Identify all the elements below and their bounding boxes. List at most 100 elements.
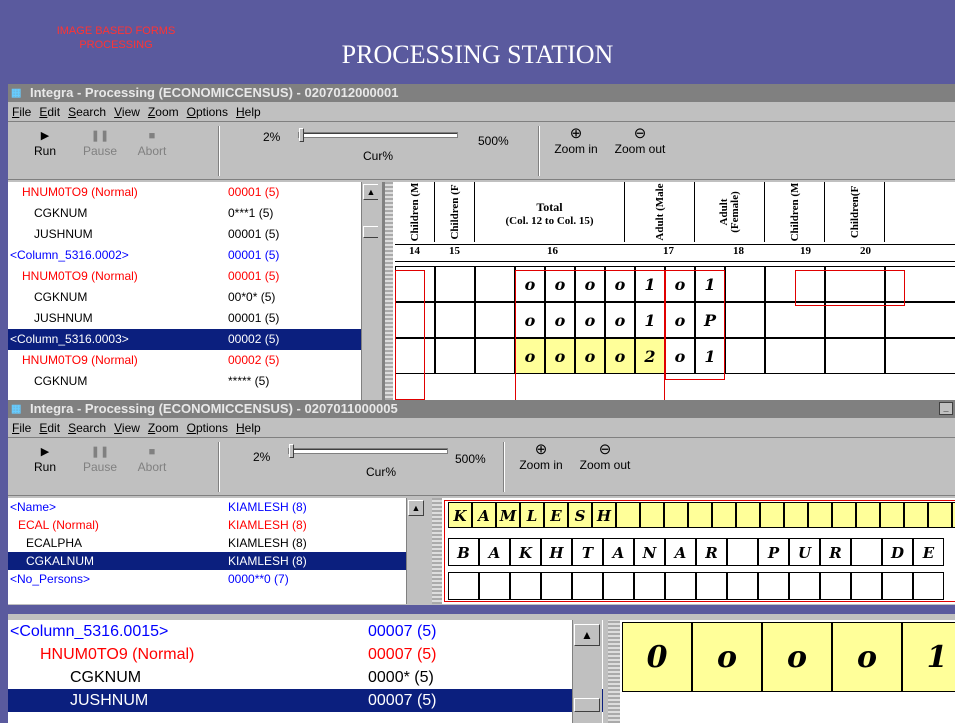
header-children-m-2: Children (M: [765, 182, 825, 242]
cur-zoom-label: Cur%: [363, 149, 394, 163]
tree-row[interactable]: CGKNUM 00*0* (5): [8, 287, 378, 308]
slide-title: PROCESSING STATION: [341, 40, 614, 69]
menu-options[interactable]: Options: [187, 105, 228, 119]
zoom-slider-thumb[interactable]: [299, 128, 304, 142]
pause-button[interactable]: ❚❚ Pause: [80, 444, 120, 474]
zoom-out-label: Zoom out: [614, 142, 666, 156]
tree-row[interactable]: CGKNUM ***** (5): [8, 371, 378, 392]
tree-row-key: JUSHNUM: [34, 311, 93, 325]
tree-row[interactable]: <Column_5316.0002> 00001 (5): [8, 245, 378, 266]
field-highlight-box: [795, 270, 905, 306]
zoom-slider[interactable]: [288, 444, 448, 458]
tree-row-key: <Name>: [10, 500, 57, 514]
menu-help[interactable]: Help: [236, 421, 261, 435]
zoom-in-icon: ⊕: [534, 441, 548, 458]
scroll-up-icon[interactable]: ▲: [408, 500, 424, 516]
zoom-out-button[interactable]: ⊖ Zoom out: [608, 126, 672, 157]
tree-row-key: CGKALNUM: [26, 554, 95, 568]
header-total: Total (Col. 12 to Col. 15): [475, 182, 625, 242]
window2-form-image: KAMLESHBAKHTANARPURDE: [432, 498, 955, 604]
scroll-up-icon[interactable]: ▲: [574, 624, 600, 646]
tree-scrollbar[interactable]: ▲: [361, 182, 378, 400]
tree-row-value: 0000* (5): [368, 669, 434, 686]
tree-row-key: HNUM0TO9 (Normal): [22, 185, 138, 199]
tree-row[interactable]: HNUM0TO9 (Normal) 00001 (5): [8, 266, 378, 287]
menu-zoom[interactable]: Zoom: [148, 105, 179, 119]
window2-field-tree: <Name> KIAMLESH (8) ECAL (Normal) KIAMLESH …: [8, 498, 424, 604]
run-button[interactable]: ▶ Run: [30, 128, 60, 158]
scroll-thumb[interactable]: [363, 226, 378, 238]
menu-view[interactable]: View: [114, 105, 140, 119]
form-cell: [765, 338, 825, 374]
tree-row-key: JUSHNUM: [34, 227, 93, 241]
tree-scrollbar[interactable]: ▲: [406, 498, 424, 604]
scroll-thumb[interactable]: [574, 698, 600, 712]
menu-edit[interactable]: Edit: [39, 105, 60, 119]
tree-row-key: HNUM0TO9 (Normal): [22, 269, 138, 283]
tree-row-value: 00*0* (5): [228, 290, 276, 304]
window2-titlebar[interactable]: ▦ Integra - Processing (ECONOMICCENSUS) …: [8, 400, 955, 418]
tree-row[interactable]: HNUM0TO9 (Normal) 00007 (5): [8, 643, 603, 666]
tree-row-value: 00001 (5): [228, 185, 280, 199]
menu-file[interactable]: File: [12, 105, 31, 119]
tree-row[interactable]: <Column_5316.0003> 00002 (5): [8, 329, 378, 350]
tree-scrollbar[interactable]: ▲: [572, 620, 602, 723]
tree-row-key: JUSHNUM: [70, 692, 149, 709]
tree-row[interactable]: CGKALNUM KIAMLESH (8): [8, 552, 424, 570]
field-highlight-box: [515, 270, 665, 400]
cur-zoom-label: Cur%: [366, 465, 397, 479]
minimize-icon[interactable]: _: [939, 402, 953, 415]
tree-row[interactable]: ECAL (Normal) KIAMLESH (8): [8, 516, 424, 534]
zoom-in-button[interactable]: ⊕ Zoom in: [513, 441, 569, 473]
window1-titlebar[interactable]: ▦ Integra - Processing (ECONOMICCENSUS) …: [8, 84, 955, 102]
tree-row-key: CGKNUM: [34, 290, 88, 304]
tree-row[interactable]: JUSHNUM 00007 (5): [8, 689, 603, 712]
field-highlight-box: [665, 270, 725, 380]
tree-row-key: ECAL (Normal): [18, 518, 99, 532]
abort-label: Abort: [137, 144, 167, 158]
col-num: 19: [800, 245, 811, 257]
zoomed-digit-cell: o: [692, 622, 762, 692]
menu-view[interactable]: View: [114, 421, 140, 435]
zoomed-form-image: 0ooo1: [608, 620, 955, 723]
form-cell: [475, 266, 515, 302]
menu-edit[interactable]: Edit: [39, 421, 60, 435]
tree-row-key: <No_Persons>: [10, 572, 91, 586]
form-cell: [475, 338, 515, 374]
menu-help[interactable]: Help: [236, 105, 261, 119]
tree-row[interactable]: CGKNUM 0***1 (5): [8, 203, 378, 224]
tree-row[interactable]: ECALPHA KIAMLESH (8): [8, 534, 424, 552]
menu-zoom[interactable]: Zoom: [148, 421, 179, 435]
tree-row-value: 00007 (5): [368, 646, 437, 663]
tree-row[interactable]: <Name> KIAMLESH (8): [8, 498, 424, 516]
processing-window-1: ▦ Integra - Processing (ECONOMICCENSUS) …: [8, 84, 955, 400]
form-cell: [725, 338, 765, 374]
zoom-max-label: 500%: [478, 134, 509, 148]
zoom-slider[interactable]: [298, 128, 458, 142]
field-highlight-box: [444, 500, 955, 602]
tree-row[interactable]: JUSHNUM 00001 (5): [8, 308, 378, 329]
menu-search[interactable]: Search: [68, 105, 106, 119]
tree-row[interactable]: HNUM0TO9 (Normal) 00001 (5): [8, 182, 378, 203]
tree-row[interactable]: CGKNUM 0000* (5): [8, 666, 603, 689]
tree-row-key: <Column_5316.0003>: [10, 332, 129, 346]
run-button[interactable]: ▶ Run: [30, 444, 60, 474]
tree-row[interactable]: <No_Persons> 0000**0 (7): [8, 570, 424, 588]
tree-row[interactable]: HNUM0TO9 (Normal) 00002 (5): [8, 350, 378, 371]
zoom-out-button[interactable]: ⊖ Zoom out: [573, 442, 637, 473]
scroll-up-icon[interactable]: ▲: [363, 184, 378, 200]
menu-search[interactable]: Search: [68, 421, 106, 435]
tree-row[interactable]: <Column_5316.0015> 00007 (5): [8, 620, 603, 643]
zoom-in-button[interactable]: ⊕ Zoom in: [548, 126, 604, 157]
menu-file[interactable]: File: [12, 421, 31, 435]
abort-button[interactable]: ■ Abort: [132, 128, 172, 158]
abort-button[interactable]: ■ Abort: [132, 444, 172, 474]
pause-button[interactable]: ❚❚ Pause: [80, 128, 120, 158]
tree-row-value: 00001 (5): [228, 311, 280, 325]
toolbar-separator: [503, 442, 505, 492]
tree-row[interactable]: JUSHNUM 00001 (5): [8, 224, 378, 245]
zoom-slider-thumb[interactable]: [289, 444, 294, 458]
form-cell: [885, 338, 955, 374]
menu-options[interactable]: Options: [187, 421, 228, 435]
header-total-sub: (Col. 12 to Col. 15): [505, 215, 594, 227]
